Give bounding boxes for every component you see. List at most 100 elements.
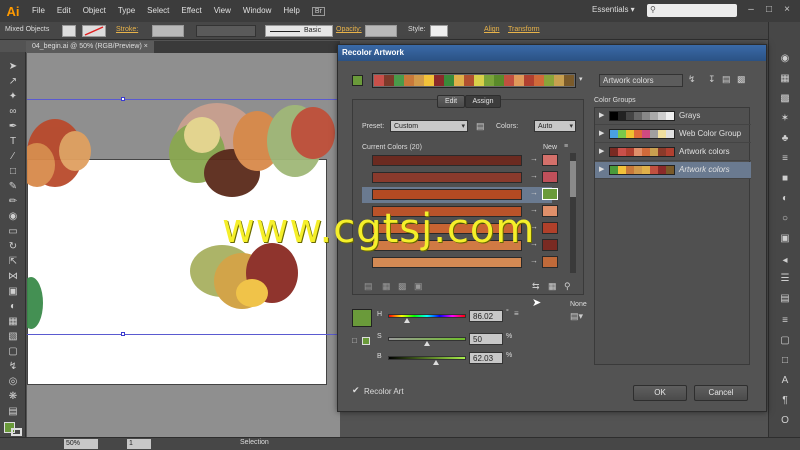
saturation-value-field[interactable]: 50 (469, 333, 503, 345)
current-color-bar[interactable] (372, 155, 522, 166)
delete-icon[interactable]: ▩ (737, 74, 746, 85)
brightness-slider-thumb[interactable] (433, 360, 440, 365)
eyedropper-icon[interactable]: ↯ (5, 361, 21, 373)
arrow-icon[interactable]: → (530, 154, 538, 163)
new-color-swatch[interactable] (542, 256, 558, 268)
shape-builder-icon[interactable]: ◐ (5, 301, 21, 313)
gradient-tool-icon[interactable]: ▢ (5, 346, 21, 358)
expand-triangle-icon[interactable]: ▶ (599, 147, 604, 155)
harmony-color-swatch[interactable] (504, 75, 514, 86)
harmony-color-swatch[interactable] (544, 75, 554, 86)
transform-link[interactable]: Transform (508, 26, 540, 33)
arrow-icon[interactable]: → (530, 171, 538, 180)
harmony-color-strip[interactable] (372, 73, 576, 88)
new-color-swatch[interactable] (542, 154, 558, 166)
paragraph-icon[interactable]: ¶ (777, 394, 793, 408)
artboard-number-field[interactable]: 1 (127, 439, 151, 449)
stroke-swatch[interactable] (82, 25, 106, 37)
harmony-color-swatch[interactable] (474, 75, 484, 86)
magic-wand-icon[interactable]: ✦ (5, 91, 21, 103)
artboards-icon[interactable]: ▤ (777, 292, 793, 306)
current-color-bar[interactable] (372, 257, 522, 268)
edit-tab[interactable]: Edit (437, 95, 465, 108)
harmony-color-swatch[interactable] (464, 75, 474, 86)
randomly-change-order-icon[interactable]: ⇆ (532, 281, 540, 292)
swatches-icon[interactable]: ▩ (777, 92, 793, 106)
harmony-color-swatch[interactable] (434, 75, 444, 86)
brightness-value-field[interactable]: 62.03 (469, 352, 503, 364)
mesh-tool-icon[interactable]: ▧ (5, 331, 21, 343)
transform-panel-icon[interactable]: □ (777, 354, 793, 368)
arrow-icon[interactable]: → (530, 188, 538, 197)
color-row[interactable]: → (362, 187, 558, 203)
harmony-color-swatch[interactable] (404, 75, 414, 86)
layers-icon[interactable]: ☰ (777, 272, 793, 286)
color-row[interactable]: → (362, 153, 558, 169)
color-row[interactable]: → (362, 255, 558, 271)
new-color-swatch[interactable] (542, 188, 558, 200)
symbols-icon[interactable]: ♣ (777, 132, 793, 146)
menu-icon[interactable]: ≡ (564, 143, 568, 150)
new-color-swatch[interactable] (542, 205, 558, 217)
color-group-row[interactable]: ▶ Artwork colors (595, 144, 751, 161)
hue-slider-thumb[interactable] (403, 318, 410, 323)
expand-triangle-icon[interactable]: ▶ (599, 165, 604, 173)
color-panel-icon[interactable]: ◉ (777, 52, 793, 66)
colors-dropdown[interactable]: Auto (534, 120, 576, 132)
color-group-swatches[interactable] (609, 129, 675, 139)
free-transform-icon[interactable]: ▣ (5, 286, 21, 298)
maximize-icon[interactable]: □ (762, 3, 776, 17)
harmony-color-swatch[interactable] (564, 75, 574, 86)
brushes-icon[interactable]: ✶ (777, 112, 793, 126)
slider-menu-icon[interactable]: ≡ (514, 309, 519, 318)
preset-dropdown[interactable]: Custom (390, 120, 468, 132)
out-of-gamut-swatch[interactable] (362, 337, 370, 345)
expand-triangle-icon[interactable]: ▶ (599, 129, 604, 137)
character-icon[interactable]: A (777, 374, 793, 388)
randomly-change-saturation-icon[interactable]: ▦ (548, 281, 557, 292)
stroke-link[interactable]: Stroke: (116, 26, 138, 33)
pencil-icon[interactable]: ✏ (5, 196, 21, 208)
hue-value-field[interactable]: 86.02 (469, 310, 503, 322)
harmony-color-swatch[interactable] (494, 75, 504, 86)
perspective-grid-icon[interactable]: ▦ (5, 316, 21, 328)
status-mode[interactable]: Selection (240, 439, 269, 446)
bridge-button[interactable]: Br (311, 6, 325, 16)
new-row-icon[interactable]: ▣ (414, 281, 423, 292)
blend-tool-icon[interactable]: ◎ (5, 376, 21, 388)
stroke-panel-icon[interactable]: ≡ (777, 152, 793, 166)
eyedropper-icon[interactable]: ↯ (688, 74, 696, 85)
harmony-color-swatch[interactable] (394, 75, 404, 86)
pathfinder-icon[interactable]: ▢ (777, 334, 793, 348)
opacity-field[interactable] (365, 25, 397, 37)
gradient-panel-icon[interactable]: ■ (777, 172, 793, 186)
menu-help[interactable]: Help (277, 0, 305, 22)
selection-tool-icon[interactable]: ➤ (5, 61, 21, 73)
color-group-swatches[interactable] (609, 147, 675, 157)
harmony-color-swatch[interactable] (454, 75, 464, 86)
new-folder-icon[interactable]: ▤ (722, 74, 731, 85)
type-tool-icon[interactable]: T (5, 136, 21, 148)
symbol-sprayer-icon[interactable]: ❋ (5, 391, 21, 403)
expand-panel-icon[interactable]: ◂ (777, 254, 793, 268)
harmony-color-swatch[interactable] (374, 75, 384, 86)
menu-view[interactable]: View (208, 0, 237, 22)
saturation-slider-thumb[interactable] (424, 341, 430, 346)
new-color-swatch[interactable] (542, 239, 558, 251)
zoom-field[interactable]: 50% (64, 439, 98, 449)
harmony-color-swatch[interactable] (534, 75, 544, 86)
variable-width-dropdown[interactable] (196, 25, 256, 37)
graphic-styles-icon[interactable]: ▣ (777, 232, 793, 246)
harmony-color-swatch[interactable] (524, 75, 534, 86)
color-group-row[interactable]: ▶ Grays (595, 108, 751, 125)
harmony-color-swatch[interactable] (424, 75, 434, 86)
harmony-color-swatch[interactable] (484, 75, 494, 86)
menu-file[interactable]: File (26, 0, 51, 22)
arrow-icon[interactable]: → (530, 256, 538, 265)
ok-button[interactable]: OK (633, 385, 687, 401)
color-mode-icon[interactable]: ▤▾ (570, 311, 583, 322)
harmony-color-swatch[interactable] (444, 75, 454, 86)
color-row[interactable]: → (362, 170, 558, 186)
current-color-bar[interactable] (372, 172, 522, 183)
stroke-weight-field[interactable] (152, 25, 184, 37)
